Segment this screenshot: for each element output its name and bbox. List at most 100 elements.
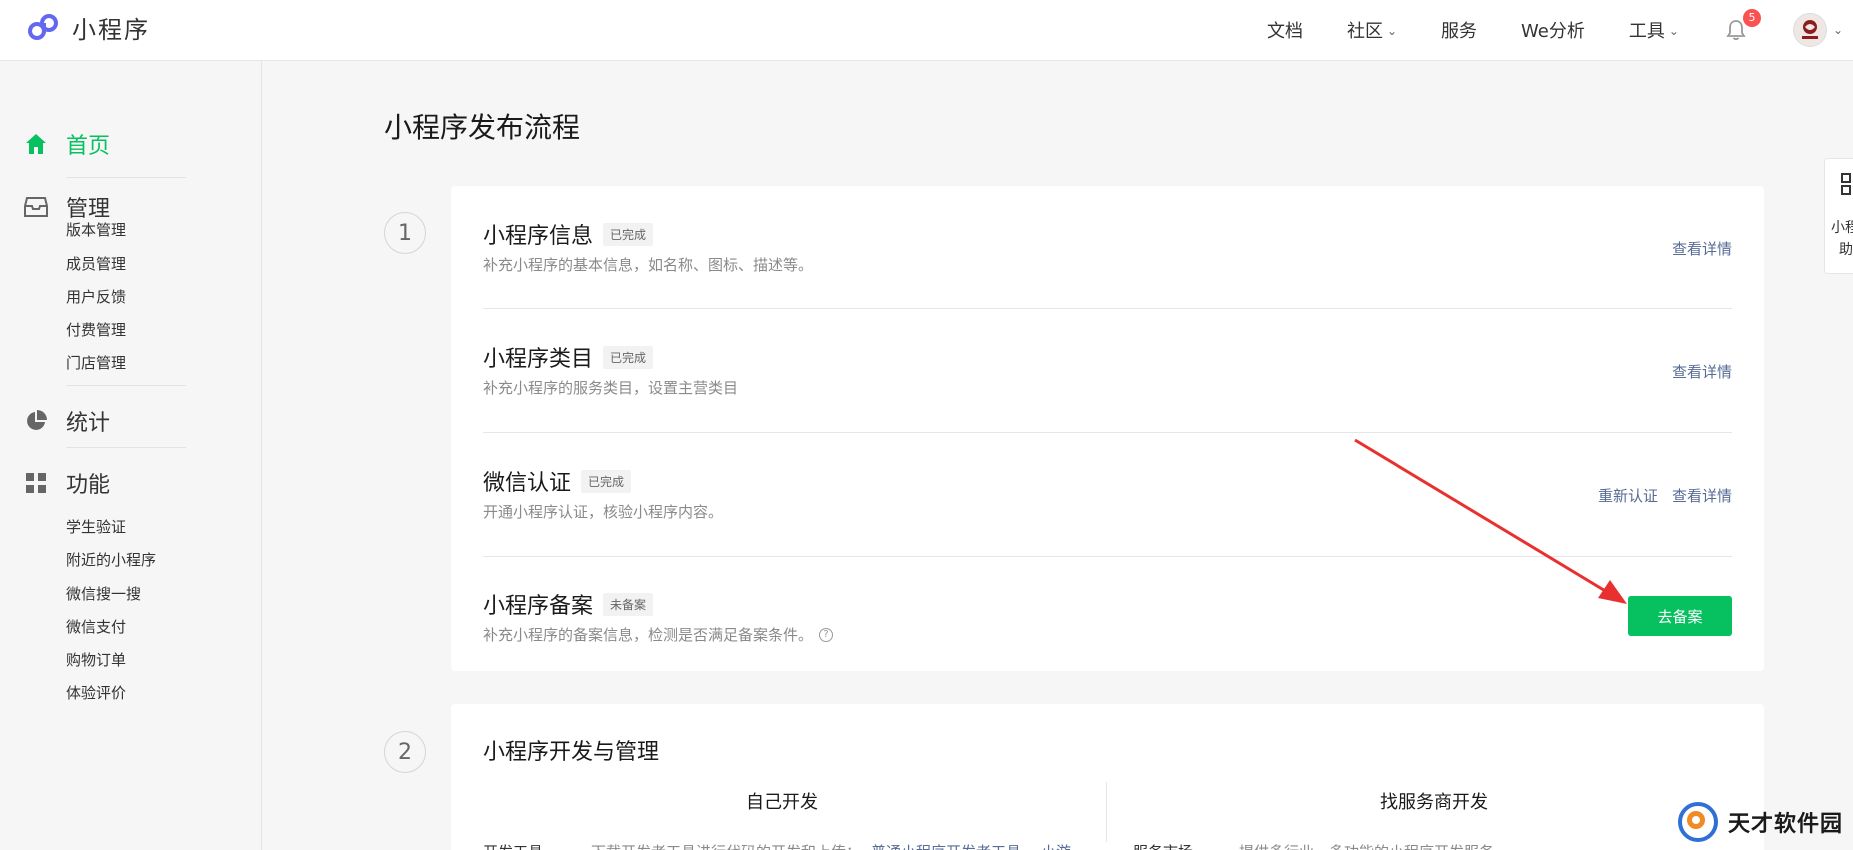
sidebar-item-stats[interactable]: 统计 (24, 405, 110, 437)
sidebar-item-payment[interactable]: 付费管理 (66, 319, 126, 340)
sidebar-item-reviews[interactable]: 体验评价 (66, 682, 126, 703)
sidebar: 首页 管理 版本管理 成员管理 用户反馈 付费管理 门店管理 统计 功能 学生验… (0, 61, 262, 850)
brand-name: 小程序 (72, 16, 150, 44)
sidebar-item-student-verify[interactable]: 学生验证 (66, 516, 126, 537)
row-actions: 重新认证 查看详情 (1598, 485, 1732, 506)
chevron-down-icon: ⌄ (1668, 24, 1679, 38)
floating-assistant[interactable]: 小程 助 (1824, 158, 1853, 274)
sidebar-item-wechat-search[interactable]: 微信搜一搜 (66, 583, 141, 604)
row-description-text: 补充小程序的备案信息，检测是否满足备案条件。 (483, 626, 814, 644)
row-title: 小程序类目 已完成 (483, 341, 654, 373)
row-divider (483, 432, 1732, 433)
nav-community[interactable]: 社区 ⌄ (1347, 17, 1397, 43)
nav-tools-label: 工具 (1628, 21, 1665, 42)
service-market-desc: 提供多行业、多功能的小程序开发服务 (1239, 841, 1494, 850)
chevron-down-icon: ⌄ (1386, 24, 1398, 38)
view-details-link[interactable]: 查看详情 (1672, 238, 1732, 259)
notification-button[interactable]: 5 (1723, 9, 1761, 43)
sidebar-item-stores[interactable]: 门店管理 (66, 352, 126, 373)
step-row-info: 小程序信息 已完成 补充小程序的基本信息，如名称、图标、描述等。 查看详情 (483, 218, 1732, 278)
sidebar-item-feedback[interactable]: 用户反馈 (66, 286, 126, 307)
chevron-down-icon: ⌄ (1832, 23, 1843, 37)
nav-tools[interactable]: 工具 ⌄ (1629, 17, 1679, 43)
recertify-link[interactable]: 重新认证 (1598, 485, 1658, 506)
row-actions: 查看详情 (1672, 238, 1732, 259)
sidebar-item-home[interactable]: 首页 (24, 128, 110, 160)
sidebar-item-members[interactable]: 成员管理 (66, 253, 126, 274)
step-row-category: 小程序类目 已完成 补充小程序的服务类目，设置主营类目 查看详情 (483, 341, 1732, 401)
step1-card: 小程序信息 已完成 补充小程序的基本信息，如名称、图标、描述等。 查看详情 小程… (451, 186, 1764, 671)
row-divider (483, 308, 1732, 309)
pie-chart-icon (24, 409, 48, 433)
assistant-label-line1: 小程 (1831, 220, 1853, 236)
sidebar-item-wechat-pay[interactable]: 微信支付 (66, 616, 126, 637)
nav-community-label: 社区 (1346, 21, 1383, 42)
sidebar-item-nearby[interactable]: 附近的小程序 (66, 549, 156, 570)
service-market-label: 服务市场 (1133, 841, 1193, 850)
status-badge: 未备案 (603, 592, 654, 616)
view-details-link[interactable]: 查看详情 (1672, 485, 1732, 506)
row-divider (483, 556, 1732, 557)
step-number: 2 (384, 731, 426, 773)
sidebar-item-orders[interactable]: 购物订单 (66, 649, 126, 670)
status-badge: 已完成 (581, 469, 632, 493)
status-badge: 已完成 (603, 222, 654, 246)
nav-services[interactable]: 服务 (1441, 17, 1477, 43)
step2-card: 小程序开发与管理 自己开发 找服务商开发 开发工具 下载开发者工具进行代码的开发… (451, 704, 1764, 850)
sidebar-item-features-label: 功能 (66, 473, 111, 498)
row-title-text: 微信认证 (483, 471, 572, 496)
step-number: 1 (384, 212, 426, 254)
mini-game-link[interactable]: 小游 (1041, 841, 1071, 850)
top-bar: 小程序 文档 社区 ⌄ 服务 We分析 工具 ⌄ 5 ⌄ (0, 0, 1853, 61)
row-title-text: 小程序备案 (483, 594, 594, 619)
row-description: 补充小程序的服务类目，设置主营类目 (483, 377, 738, 398)
dev-tools-desc: 下载开发者工具进行代码的开发和上传： (591, 841, 861, 850)
step-row-certification: 微信认证 已完成 开通小程序认证，核验小程序内容。 重新认证 查看详情 (483, 465, 1732, 525)
row-description-text: 补充小程序的基本信息，如名称、图标、描述等。 (483, 256, 814, 274)
nav-we-analysis-label: We分析 (1521, 21, 1585, 42)
bell-icon (1726, 20, 1746, 41)
self-develop-heading: 自己开发 (746, 792, 818, 813)
brand[interactable]: 小程序 (26, 10, 150, 45)
vendor-develop-heading: 找服务商开发 (1380, 792, 1488, 813)
mini-program-logo-icon (28, 13, 58, 40)
account-menu[interactable]: ⌄ (1792, 13, 1843, 47)
nav-docs-label: 文档 (1266, 21, 1303, 42)
go-filing-button[interactable]: 去备案 (1628, 596, 1732, 636)
row-description: 补充小程序的备案信息，检测是否满足备案条件。 ? (483, 624, 834, 645)
nav-services-label: 服务 (1441, 21, 1478, 42)
nav-we-analysis[interactable]: We分析 (1521, 17, 1585, 43)
home-icon (24, 132, 48, 156)
row-description: 补充小程序的基本信息，如名称、图标、描述等。 (483, 254, 813, 275)
row-actions: 查看详情 (1672, 361, 1732, 382)
row-title: 小程序信息 已完成 (483, 218, 654, 250)
grid-icon (24, 471, 48, 495)
row-title-text: 小程序类目 (483, 347, 594, 372)
avatar (1792, 13, 1827, 47)
column-divider (1106, 782, 1107, 842)
row-title: 小程序备案 未备案 (483, 588, 654, 620)
watermark-text: 天才软件园 (1728, 812, 1844, 837)
step-row-filing: 小程序备案 未备案 补充小程序的备案信息，检测是否满足备案条件。 ? 去备案 (483, 588, 1732, 648)
help-icon[interactable]: ? (819, 627, 834, 642)
row-description-text: 补充小程序的服务类目，设置主营类目 (483, 379, 739, 397)
row-title-text: 小程序信息 (483, 224, 594, 249)
sidebar-item-features[interactable]: 功能 (24, 467, 110, 499)
dev-tools-label: 开发工具 (483, 841, 543, 850)
inbox-icon (24, 195, 48, 219)
notification-badge: 5 (1742, 9, 1761, 27)
top-nav: 文档 社区 ⌄ 服务 We分析 工具 ⌄ 5 ⌄ (1267, 0, 1853, 60)
nav-docs[interactable]: 文档 (1267, 17, 1303, 43)
status-badge: 已完成 (603, 345, 654, 369)
sidebar-item-version[interactable]: 版本管理 (66, 219, 126, 240)
avatar-emblem-icon (1801, 20, 1818, 39)
watermark-logo-icon (1678, 802, 1718, 842)
sidebar-divider (66, 385, 186, 386)
sidebar-divider (66, 447, 186, 448)
view-details-link[interactable]: 查看详情 (1672, 361, 1732, 382)
dev-tools-link[interactable]: 普通小程序开发者工具 (871, 841, 1021, 850)
sidebar-item-stats-label: 统计 (66, 411, 111, 436)
page-title: 小程序发布流程 (384, 111, 581, 144)
row-description-text: 开通小程序认证，核验小程序内容。 (483, 503, 724, 521)
step2-title: 小程序开发与管理 (483, 740, 660, 765)
